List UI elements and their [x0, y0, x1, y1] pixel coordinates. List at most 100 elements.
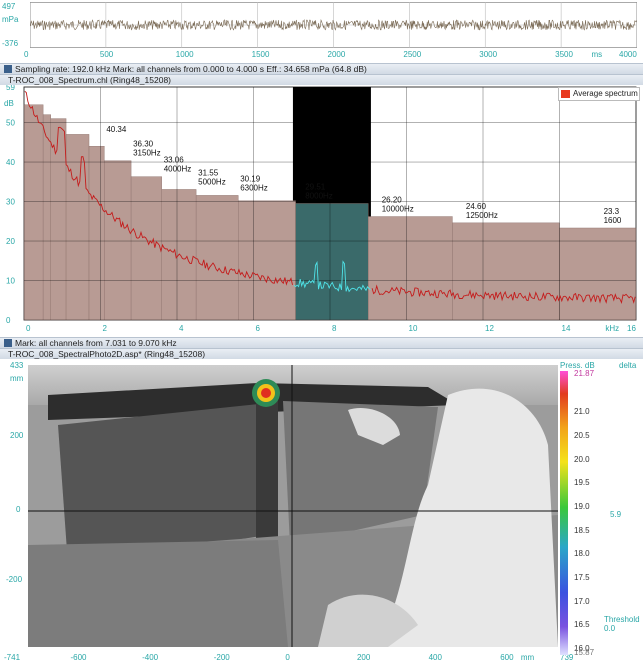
spectrum-y-tick: 20	[6, 237, 15, 246]
car-photo[interactable]	[28, 365, 558, 647]
colorbar[interactable]	[560, 371, 568, 655]
band-frequency-label: 10000Hz	[382, 205, 414, 214]
spectrum-x-tick: 4	[179, 324, 184, 333]
photo-title-text: T-ROC_008_SpectralPhoto2D.asp* (Ring48_1…	[8, 349, 206, 359]
time-signal-panel: 497 mPa -376 0 500 1000 1500 2000 2500 3000 350…	[0, 0, 643, 63]
band-frequency-label: 4000Hz	[164, 165, 192, 174]
band-value-label: 33.06	[164, 156, 185, 165]
photo-x-tick: -400	[142, 653, 159, 662]
time-ymax-label: 497	[2, 2, 16, 11]
photo-x-tick: -600	[70, 653, 87, 662]
colorbar-tick: 21.0	[574, 407, 590, 417]
delta-value: 5.9	[610, 510, 622, 519]
spectrum-x-tick: 6	[256, 324, 261, 333]
colorbar-tick: 20.5	[574, 430, 590, 440]
band-frequency-label: 3150Hz	[133, 149, 161, 158]
spectrum-x-tick: 14	[562, 324, 571, 333]
spectrum-y-tick: 10	[6, 277, 15, 286]
spectrum-band-bar[interactable]	[88, 146, 105, 321]
spectrum-band-bar[interactable]	[368, 216, 453, 321]
spectrum-band-bar[interactable]	[295, 203, 369, 321]
spectrum-band-bar[interactable]	[559, 227, 637, 321]
time-x-tick: 3000	[479, 50, 498, 59]
spectrum-x-unit: kHz	[605, 324, 619, 333]
spectrum-band-bar[interactable]	[130, 176, 162, 321]
photo-x-tick: -741	[4, 653, 21, 662]
colorbar-tick: 19.5	[574, 478, 590, 488]
colorbar-tick: 20.0	[574, 454, 590, 464]
time-x-tick: 0	[24, 50, 29, 59]
time-unit-label: mPa	[2, 15, 19, 24]
spectrum-band-bar[interactable]	[195, 195, 239, 321]
spectrum-band-bar[interactable]	[104, 160, 132, 321]
legend-swatch	[561, 89, 570, 98]
spectrum-band-bar[interactable]	[237, 200, 296, 321]
photo-x-axis: -741 -600 -400 -200 0 200 400 600 739 mm	[4, 653, 573, 665]
photo-x-tick: 0	[285, 653, 290, 662]
band-value-label: 23.3	[604, 207, 620, 216]
spectrum-panel: 0 10 20 30 40 50 59 40.34 36.30 3150Hz 33.06 4000H…	[0, 85, 643, 337]
pin-icon[interactable]	[4, 65, 12, 73]
threshold-value: 0.0	[604, 624, 616, 633]
colorbar-delta: delta	[619, 361, 637, 370]
band-frequency-label: 1600	[604, 216, 622, 225]
spectrum-band-bar[interactable]	[50, 118, 67, 321]
band-value-label: 30.19	[240, 174, 261, 183]
band-frequency-label: 6300Hz	[240, 183, 268, 192]
time-ymin-label: -376	[2, 39, 19, 48]
time-x-tick: 4000	[619, 50, 637, 59]
band-value-label: 26.20	[382, 196, 403, 205]
spectrum-y-unit: dB	[4, 99, 14, 108]
colorbar-tick: 19.0	[574, 501, 590, 511]
band-value-label: 36.30	[133, 140, 154, 149]
photo-x-tick: -200	[213, 653, 230, 662]
spectrum-chart[interactable]: 0102030405059 40.3436.303150Hz33.064000H…	[0, 85, 643, 337]
band-value-label: 31.55	[198, 168, 219, 177]
spectrum-x-tick: 16	[627, 324, 636, 333]
spectrum-y-tick: 0	[6, 316, 11, 325]
colorbar-tick: 17.0	[574, 596, 590, 606]
spectrum-x-tick: 0	[26, 324, 31, 333]
photo-y-tick-0: 0	[16, 505, 21, 514]
photo-y-unit: mm	[10, 374, 24, 383]
spectrum-y-tick: 50	[6, 119, 15, 128]
time-x-tick: 2500	[403, 50, 422, 59]
time-x-unit: ms	[591, 50, 603, 59]
colorbar-min: 15.87	[574, 648, 595, 657]
spectrum-x-tick: 12	[485, 324, 494, 333]
chart-legend: Average spectrum	[558, 87, 640, 101]
photo-y-top: 433	[10, 361, 24, 370]
colorbar-tick: 17.5	[574, 572, 590, 582]
band-value-label: 24.60	[466, 202, 487, 211]
spectrum-x-tick: 10	[409, 324, 418, 333]
band-frequency-label: 12500Hz	[466, 211, 498, 220]
photo-x-tick: 200	[356, 653, 371, 662]
photo-x-tick: 600	[500, 653, 514, 662]
spectrum-band-bar[interactable]	[42, 114, 51, 321]
sampling-info-text: Sampling rate: 192.0 kHz Mark: all chann…	[15, 64, 367, 74]
time-x-tick: 500	[99, 50, 114, 59]
band-frequency-label: 8000Hz	[305, 191, 333, 200]
photo-y-tick-200: 200	[10, 431, 24, 440]
time-x-tick: 2000	[327, 50, 346, 59]
time-signal-plot[interactable]	[30, 2, 637, 48]
spectrum-title-text: T-ROC_008_Spectrum.chl (Ring48_15208)	[8, 75, 172, 85]
colorbar-ticks: 21.0 20.5 20.0 19.5 19.0 18.5 18.0 17.5 17.0 16.5…	[574, 371, 614, 655]
spectrum-x-tick: 2	[103, 324, 108, 333]
spectrum-y-tick: 30	[6, 198, 15, 207]
photo-y-tick-minus200: -200	[6, 575, 23, 584]
colorbar-tick: 18.0	[574, 549, 590, 559]
spectrum-x-tick: 8	[332, 324, 337, 333]
spectrum-band-bar[interactable]	[452, 222, 560, 321]
photo-x-tick: 400	[428, 653, 442, 662]
colorbar-tick: 18.5	[574, 525, 590, 535]
colorbar-tick: 16.5	[574, 620, 590, 630]
pin-icon[interactable]	[4, 339, 12, 347]
mark-info-text: Mark: all channels from 7.031 to 9.070 k…	[15, 338, 177, 348]
spectral-photo-panel: 433 mm 200 0 -200 -741-600 -400 -200 0 2…	[0, 359, 643, 667]
spectrum-band-bar[interactable]	[23, 104, 44, 321]
time-x-tick: 1500	[251, 50, 270, 59]
spectrum-y-tick: 59	[6, 85, 15, 92]
band-value-label: 29.51	[305, 182, 326, 191]
time-x-axis: 0 500 1000 1500 2000 2500 3000 3500 4000 ms	[24, 50, 637, 62]
